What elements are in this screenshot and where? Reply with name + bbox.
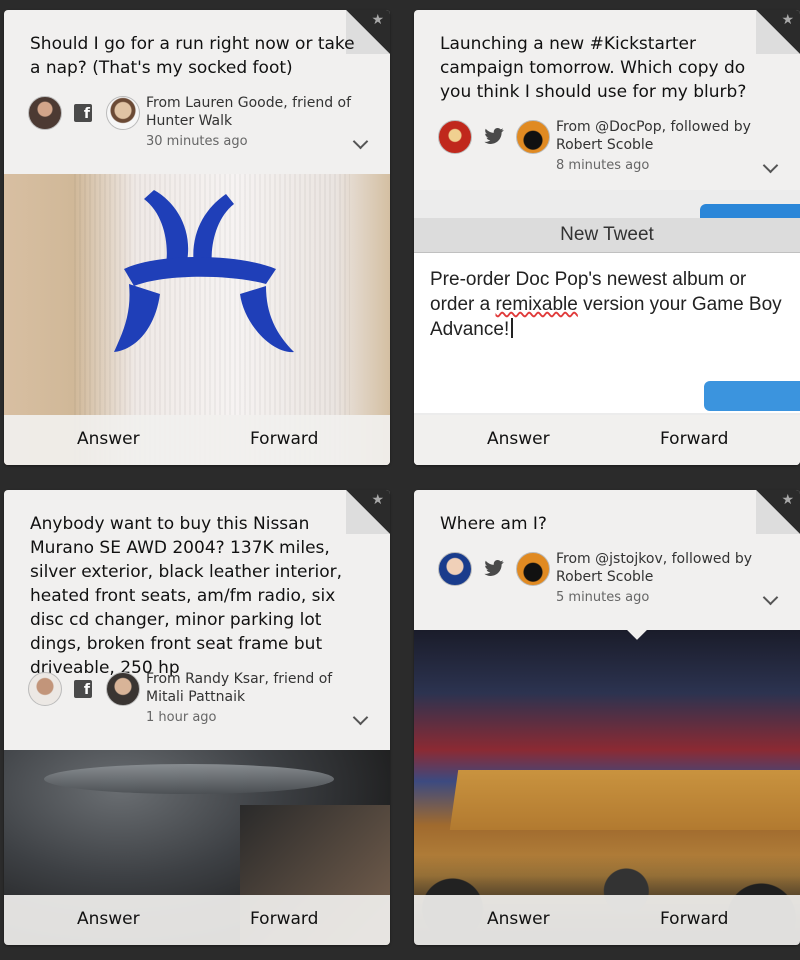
timestamp: 1 hour ago [146, 710, 217, 725]
question-text: Launching a new #Kickstarter campaign to… [440, 34, 747, 102]
card-action-bar: Answer Forward [4, 415, 390, 465]
avatar[interactable] [438, 120, 472, 154]
chevron-down-icon[interactable] [762, 157, 779, 174]
question-photo: Answer Forward [4, 750, 390, 945]
answer-button[interactable]: Answer [77, 909, 140, 929]
tweet-send-button [704, 381, 800, 411]
twitter-icon [484, 560, 504, 576]
avatar[interactable] [28, 96, 62, 130]
question-photo: Answer Forward [4, 174, 390, 465]
timestamp: 8 minutes ago [556, 158, 650, 173]
answer-button[interactable]: Answer [77, 429, 140, 449]
question-text: Where am I? [440, 514, 547, 534]
twitter-icon [484, 128, 504, 144]
question-text: Should I go for a run right now or take … [30, 34, 355, 78]
source-line-2: Mitali Pattnaik [146, 689, 246, 705]
card-action-bar: Answer Forward [4, 895, 390, 945]
source-line-1: From @DocPop, followed by [556, 119, 751, 135]
source-line-2: Robert Scoble [556, 569, 654, 585]
tweet-text: Pre-order Doc Pop's newest album or orde… [430, 267, 792, 342]
facebook-icon: f [74, 104, 92, 122]
source-line: From Randy Ksar, friend of Mitali Pattna… [146, 670, 332, 706]
question-meta: From @DocPop, followed by Robert Scoble … [438, 118, 780, 174]
card-action-bar: Answer Forward [414, 415, 800, 465]
avatar[interactable] [28, 672, 62, 706]
source-line-2: Hunter Walk [146, 113, 233, 129]
source-line-1: From @jstojkov, followed by [556, 551, 753, 567]
answer-button[interactable]: Answer [487, 429, 550, 449]
chevron-down-icon[interactable] [762, 589, 779, 606]
text-caret [511, 318, 514, 338]
forward-button[interactable]: Forward [660, 429, 728, 449]
avatar[interactable] [106, 96, 140, 130]
avatar[interactable] [516, 552, 550, 586]
forward-button[interactable]: Forward [250, 429, 318, 449]
question-meta: f From Randy Ksar, friend of Mitali Patt… [28, 670, 370, 726]
source-line-1: From Lauren Goode, friend of [146, 95, 352, 111]
arena-court [449, 770, 800, 830]
question-card[interactable]: ★ Anybody want to buy this Nissan Murano… [4, 490, 390, 945]
tweet-window-title: New Tweet [414, 218, 800, 253]
timestamp: 30 minutes ago [146, 134, 248, 149]
star-icon[interactable]: ★ [781, 12, 794, 28]
timestamp: 5 minutes ago [556, 590, 650, 605]
car-bumper [44, 764, 334, 794]
question-card[interactable]: ★ Launching a new #Kickstarter campaign … [414, 10, 800, 465]
sock-logo [114, 190, 294, 353]
tweet-text-misspelled: remixable [495, 294, 578, 315]
card-action-bar: Answer Forward [414, 895, 800, 945]
forward-button[interactable]: Forward [250, 909, 318, 929]
source-line: From @DocPop, followed by Robert Scoble [556, 118, 751, 154]
question-photo: Answer Forward [414, 630, 800, 945]
facebook-icon: f [74, 680, 92, 698]
avatar[interactable] [438, 552, 472, 586]
question-photo: New Tweet Pre-order Doc Pop's newest alb… [414, 190, 800, 465]
avatar[interactable] [106, 672, 140, 706]
source-line-2: Robert Scoble [556, 137, 654, 153]
source-line-1: From Randy Ksar, friend of [146, 671, 333, 687]
chevron-down-icon[interactable] [352, 709, 369, 726]
forward-button[interactable]: Forward [660, 909, 728, 929]
answer-button[interactable]: Answer [487, 909, 550, 929]
question-meta: f From Lauren Goode, friend of Hunter Wa… [28, 94, 370, 150]
avatar[interactable] [516, 120, 550, 154]
chevron-down-icon[interactable] [352, 133, 369, 150]
question-card[interactable]: ★ Where am I? From @jstojkov, followed b… [414, 490, 800, 945]
question-card[interactable]: ★ Should I go for a run right now or tak… [4, 10, 390, 465]
star-icon[interactable]: ★ [371, 492, 384, 508]
source-line: From @jstojkov, followed by Robert Scobl… [556, 550, 752, 586]
star-icon[interactable]: ★ [371, 12, 384, 28]
star-icon[interactable]: ★ [781, 492, 794, 508]
question-text: Anybody want to buy this Nissan Murano S… [30, 514, 343, 678]
question-meta: From @jstojkov, followed by Robert Scobl… [438, 550, 780, 606]
source-line: From Lauren Goode, friend of Hunter Walk [146, 94, 351, 130]
